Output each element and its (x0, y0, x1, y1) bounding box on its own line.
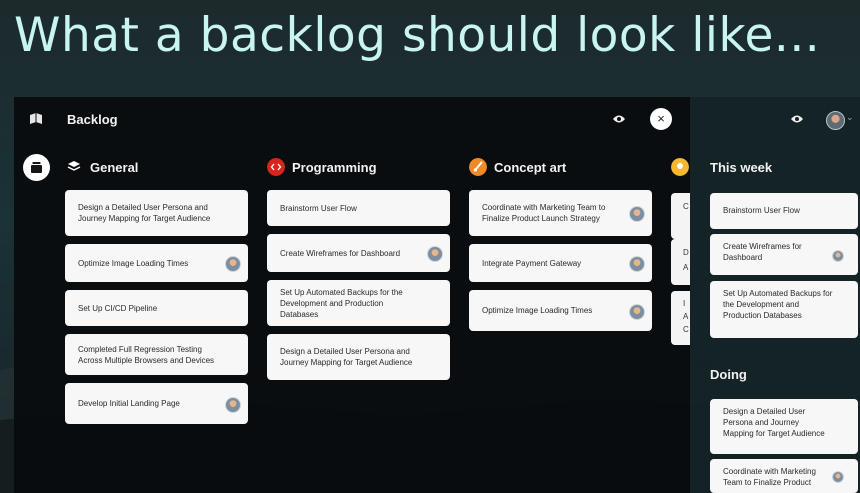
task-card[interactable]: Create Wireframes for Dashboard (710, 234, 858, 275)
task-card[interactable]: Develop Initial Landing Page (65, 383, 248, 424)
avatar (629, 256, 645, 272)
eye-icon[interactable] (790, 113, 804, 125)
column-general: General Design a Detailed User Persona a… (65, 156, 248, 424)
column-title: Concept art (494, 160, 567, 175)
card-text: Brainstorm User Flow (723, 206, 800, 215)
column-title: General (90, 160, 139, 175)
card-text: Set Up Automated Backups for the Develop… (280, 287, 403, 319)
avatar (225, 256, 241, 272)
archive-icon (31, 162, 42, 173)
column-header: Programming (267, 156, 450, 182)
task-card[interactable]: Set Up Automated Backups for the Develop… (710, 281, 858, 338)
task-card[interactable]: Integrate Payment Gateway (469, 244, 652, 282)
user-avatar[interactable] (826, 111, 845, 130)
task-card[interactable]: Optimize Image Loading Times (469, 290, 652, 331)
chevron-down-icon[interactable]: ⌄ (846, 112, 854, 123)
section-title-this-week: This week (710, 160, 773, 175)
avatar (832, 471, 844, 483)
task-card[interactable]: Design a Detailed User Persona and Journ… (65, 190, 248, 236)
card-text: Design a Detailed User Persona and Journ… (78, 203, 211, 223)
archive-button[interactable] (23, 154, 50, 181)
column-header: General (65, 156, 248, 182)
section-title-doing: Doing (710, 367, 747, 382)
column-programming: Programming Brainstorm User Flow Create … (267, 156, 450, 380)
task-card-partial[interactable]: C (671, 193, 690, 239)
task-card[interactable]: Set Up Automated Backups for the Develop… (267, 280, 450, 326)
card-text: Integrate Payment Gateway (482, 258, 582, 268)
task-card[interactable]: Set Up CI/CD Pipeline (65, 290, 248, 326)
card-text-partial: D A (683, 248, 689, 272)
card-text-partial: I A C (683, 299, 689, 334)
task-card[interactable]: Design a Detailed User Persona and Journ… (267, 334, 450, 380)
card-text: Develop Initial Landing Page (78, 399, 180, 408)
task-card[interactable]: Coordinate with Marketing Team to Finali… (710, 459, 858, 493)
task-card[interactable]: Completed Full Regression Testing Across… (65, 334, 248, 375)
avatar (832, 249, 844, 262)
eye-icon[interactable] (612, 113, 626, 125)
task-card-partial[interactable]: I A C (671, 291, 690, 345)
task-card[interactable]: Coordinate with Marketing Team to Finali… (469, 190, 652, 236)
card-text: Design a Detailed User Persona and Journ… (723, 407, 825, 438)
close-button[interactable]: × (650, 108, 672, 130)
bulb-icon (671, 158, 689, 176)
avatar (629, 303, 645, 320)
card-text: Design a Detailed User Persona and Journ… (280, 347, 413, 367)
avatar (225, 396, 241, 413)
card-text: Optimize Image Loading Times (78, 258, 189, 268)
column-concept-art: Concept art Coordinate with Marketing Te… (469, 156, 652, 331)
backlog-window: Backlog × General Design a Detailed User… (14, 97, 690, 493)
topbar: Backlog × (14, 97, 690, 143)
card-text: Set Up CI/CD Pipeline (78, 303, 158, 313)
brush-icon (469, 158, 487, 176)
task-card[interactable]: Brainstorm User Flow (267, 190, 450, 226)
card-text: Create Wireframes for Dashboard (280, 248, 401, 258)
card-text: Create Wireframes for Dashboard (723, 242, 802, 262)
card-text: Coordinate with Marketing Team to Finali… (482, 203, 606, 223)
column-title: Programming (292, 160, 377, 175)
book-icon (30, 113, 42, 124)
window-title: Backlog (67, 112, 118, 127)
task-card[interactable]: Create Wireframes for Dashboard (267, 234, 450, 272)
task-card[interactable]: Optimize Image Loading Times (65, 244, 248, 282)
layers-icon (67, 161, 81, 171)
card-text: Coordinate with Marketing Team to Finali… (723, 467, 816, 487)
card-text: Completed Full Regression Testing Across… (78, 344, 215, 365)
task-card[interactable]: Brainstorm User Flow (710, 193, 858, 229)
card-text-partial: C (683, 202, 689, 211)
card-text: Brainstorm User Flow (280, 203, 357, 213)
task-card-partial[interactable]: D A (671, 239, 690, 285)
card-text: Set Up Automated Backups for the Develop… (723, 289, 833, 320)
right-panel: ⌄ This week Brainstorm User Flow Create … (690, 97, 860, 493)
card-text: Optimize Image Loading Times (482, 306, 593, 315)
headline: What a backlog should look like... (14, 8, 821, 63)
avatar (629, 206, 645, 222)
task-card[interactable]: Design a Detailed User Persona and Journ… (710, 399, 858, 454)
column-header: Concept art (469, 156, 652, 182)
code-icon (267, 158, 285, 176)
avatar (427, 246, 443, 262)
